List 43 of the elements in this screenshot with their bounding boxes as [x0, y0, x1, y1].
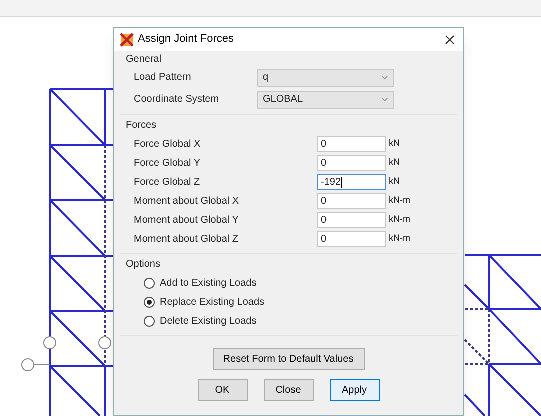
input-field[interactable]: 0	[317, 231, 386, 247]
app-icon	[120, 32, 134, 46]
dropdown[interactable]: GLOBAL	[257, 90, 394, 108]
unit-label: kN-m	[389, 232, 410, 246]
grid-bubble	[98, 336, 112, 350]
radio-button[interactable]	[144, 296, 155, 308]
unit-label: kN	[389, 156, 400, 170]
dialog-button[interactable]: Apply	[330, 379, 380, 401]
radio-label: Delete Existing Loads	[160, 314, 257, 328]
unit-label: kN	[389, 175, 400, 188]
field-label: Force Global Z	[134, 176, 202, 190]
group-header: Forces	[125, 119, 158, 133]
reset-button[interactable]: Reset Form to Default Values	[212, 348, 364, 370]
dialog-button[interactable]: OK	[198, 379, 248, 401]
field-label: Force Global X	[134, 138, 202, 152]
unit-label: kN-m	[389, 194, 410, 208]
chevron-icon	[382, 98, 388, 102]
input-field[interactable]: 0	[317, 193, 386, 209]
radio-label: Replace Existing Loads	[160, 296, 265, 310]
radio-button[interactable]	[144, 278, 155, 288]
grid-bubble	[22, 358, 50, 372]
input-field[interactable]: 0	[317, 212, 386, 228]
unit-label: kN	[389, 137, 400, 150]
chevron-icon	[382, 76, 388, 80]
input-field[interactable]: -192	[317, 174, 386, 190]
field-label: Load Pattern	[134, 71, 192, 85]
grid-bubble	[44, 336, 56, 350]
radio-button[interactable]	[144, 316, 155, 326]
field-label: Coordinate System	[134, 93, 220, 107]
radio-label: Add to Existing Loads	[160, 276, 257, 290]
window-title: Assign Joint Forces	[138, 32, 234, 48]
dialog-button[interactable]: Close	[264, 379, 314, 401]
group-header: Options	[125, 258, 162, 272]
dropdown[interactable]: q	[257, 68, 394, 86]
field-label: Moment about Global X	[134, 194, 240, 208]
field-label: Force Global Y	[134, 156, 202, 170]
field-label: Moment about Global Y	[134, 214, 240, 228]
group-header: General	[125, 53, 163, 67]
input-field[interactable]: 0	[317, 136, 386, 152]
close-icon[interactable]	[445, 34, 455, 44]
input-field[interactable]: 0	[317, 155, 386, 171]
field-label: Moment about Global Z	[134, 232, 240, 246]
unit-label: kN-m	[389, 213, 410, 226]
